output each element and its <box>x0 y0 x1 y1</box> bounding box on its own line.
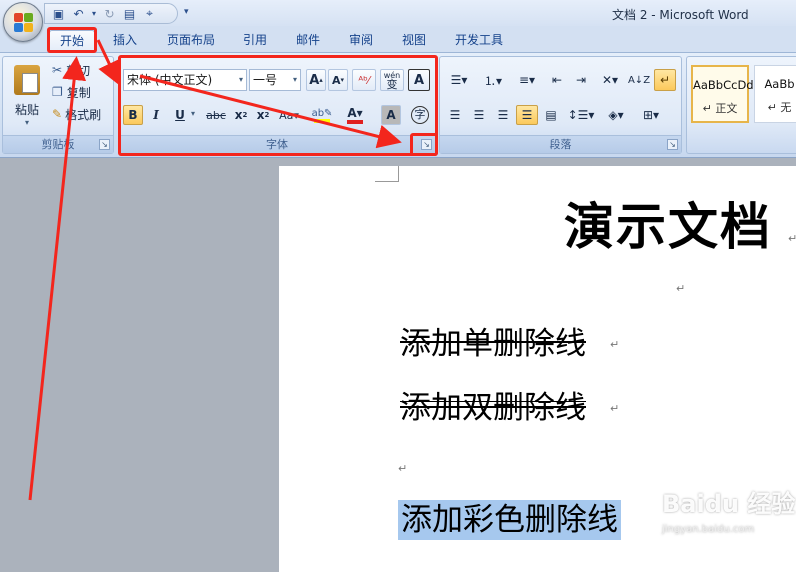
annotation-box-font-launcher <box>410 133 438 156</box>
cut-button[interactable]: ✂ 剪切 <box>51 61 111 79</box>
borders-icon: ⊞▾ <box>642 108 660 122</box>
numbered-list-icon: ⒈▾ <box>483 73 503 88</box>
office-button[interactable] <box>3 2 43 42</box>
customize-icon[interactable]: ⌖ <box>142 6 157 21</box>
tab-developer[interactable]: 开发工具 <box>447 30 511 52</box>
style-no-spacing[interactable]: AaBb ↵ 无 <box>754 65 796 123</box>
show-hide-marks-button[interactable]: ↵ <box>654 69 676 91</box>
bullet-list-icon: ☰▾ <box>450 73 468 87</box>
align-right-icon: ☰ <box>497 108 509 122</box>
line-spacing-button[interactable]: ↕☰▾ <box>566 105 596 125</box>
paragraph-group-label: 段落 <box>440 135 681 153</box>
numbering-button[interactable]: ⒈▾ <box>478 69 508 91</box>
tab-references[interactable]: 引用 <box>235 30 275 52</box>
pilcrow-icon: ↵ <box>659 73 671 87</box>
margin-corner-mark <box>375 166 399 182</box>
copy-button[interactable]: ❐ 复制 <box>51 83 111 101</box>
paragraph-mark: ↵ <box>610 338 620 351</box>
justify-button[interactable]: ☰ <box>516 105 538 125</box>
save-icon[interactable]: ▣ <box>51 6 66 21</box>
multilevel-list-button[interactable]: ≡▾ <box>512 69 542 91</box>
tab-mailings[interactable]: 邮件 <box>288 30 328 52</box>
align-left-icon: ☰ <box>449 108 461 122</box>
paragraph-group: ☰▾ ⒈▾ ≡▾ ⇤ ⇥ ✕▾ A↓Z ↵ ☰ ☰ ☰ ☰ ▤ ↕☰▾ ◈▾ ⊞… <box>439 56 682 154</box>
style-normal[interactable]: AaBbCcDd ↵ 正文 <box>691 65 754 123</box>
decrease-indent-button[interactable]: ⇤ <box>546 69 568 91</box>
copy-icon: ❐ <box>52 85 63 99</box>
paint-bucket-icon: ◈▾ <box>608 108 624 122</box>
office-logo-icon <box>14 13 34 33</box>
doc-line-color-strike[interactable]: 添加彩色删除线 <box>398 494 621 540</box>
align-right-button[interactable]: ☰ <box>492 105 514 125</box>
clipboard-group-label: 剪贴板 <box>3 135 113 153</box>
paste-button[interactable]: 粘贴 ▾ <box>9 61 45 131</box>
annotation-box-font-group <box>118 55 438 156</box>
asian-layout-button[interactable]: ✕▾ <box>596 69 624 91</box>
document-title[interactable]: 演示文档 <box>564 187 772 259</box>
sort-button[interactable]: A↓Z <box>628 69 650 91</box>
paragraph-mark: ↵ <box>398 462 408 475</box>
align-center-button[interactable]: ☰ <box>468 105 490 125</box>
redo-icon[interactable]: ↻ <box>102 6 117 21</box>
line-spacing-icon: ↕☰▾ <box>567 108 595 122</box>
increase-indent-icon: ⇥ <box>575 73 587 87</box>
decrease-indent-icon: ⇤ <box>551 73 563 87</box>
paste-label: 粘贴 <box>14 103 39 117</box>
annotation-box-home-tab <box>47 27 97 53</box>
paragraph-mark: ↵ <box>788 232 796 245</box>
tab-review[interactable]: 审阅 <box>341 30 381 52</box>
multilevel-list-icon: ≡▾ <box>518 73 536 87</box>
increase-indent-button[interactable]: ⇥ <box>570 69 592 91</box>
asian-layout-icon: ✕▾ <box>601 73 619 87</box>
paste-icon <box>14 65 40 95</box>
borders-button[interactable]: ⊞▾ <box>636 105 666 125</box>
quick-access-toolbar: ▣ ↶ ▾ ↻ ▤ ⌖ <box>44 3 178 24</box>
align-left-button[interactable]: ☰ <box>444 105 466 125</box>
print-preview-icon[interactable]: ▤ <box>122 6 137 21</box>
paragraph-mark: ↵ <box>610 402 620 415</box>
shading-button[interactable]: ◈▾ <box>600 105 632 125</box>
bullets-button[interactable]: ☰▾ <box>444 69 474 91</box>
distributed-icon: ▤ <box>545 108 557 122</box>
qat-customize-dropdown-icon[interactable]: ▾ <box>184 7 189 17</box>
distributed-button[interactable]: ▤ <box>540 105 562 125</box>
paragraph-mark: ↵ <box>676 282 686 295</box>
tab-page-layout[interactable]: 页面布局 <box>158 30 224 52</box>
sort-icon: A↓Z <box>627 74 651 86</box>
tab-insert[interactable]: 插入 <box>104 30 146 52</box>
format-painter-button[interactable]: ✎ 格式刷 <box>51 105 113 123</box>
paste-dropdown-icon: ▾ <box>24 118 29 127</box>
scissors-icon: ✂ <box>52 63 63 77</box>
clipboard-group: 粘贴 ▾ ✂ 剪切 ❐ 复制 ✎ 格式刷 剪贴板 ↘ <box>2 56 114 154</box>
styles-group: AaBbCcDd ↵ 正文 AaBb ↵ 无 <box>686 56 796 154</box>
undo-icon[interactable]: ↶ <box>71 6 86 21</box>
undo-dropdown-icon[interactable]: ▾ <box>91 6 97 21</box>
paintbrush-icon: ✎ <box>52 107 63 121</box>
ribbon-tabs: 开始 插入 页面布局 引用 邮件 审阅 视图 开发工具 <box>0 26 796 52</box>
align-center-icon: ☰ <box>473 108 485 122</box>
baidu-watermark: Baidu 经验 jingyan.baidu.com <box>662 490 796 535</box>
doc-line-single-strike[interactable]: 添加单删除线 <box>400 318 586 363</box>
window-title: 文档 2 - Microsoft Word <box>612 8 749 22</box>
clipboard-dialog-launcher-icon[interactable]: ↘ <box>99 139 110 150</box>
justify-icon: ☰ <box>521 108 533 122</box>
paragraph-dialog-launcher-icon[interactable]: ↘ <box>667 139 678 150</box>
tab-view[interactable]: 视图 <box>394 30 434 52</box>
doc-line-double-strike[interactable]: 添加双删除线 <box>400 382 586 427</box>
